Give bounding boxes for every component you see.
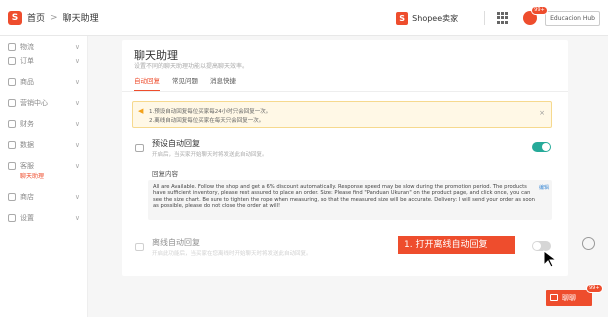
sidebar-item-label: 营销中心: [20, 99, 48, 107]
mouse-pointer-icon: [543, 250, 558, 268]
sidebar-item-finance[interactable]: 财务 ∨: [0, 113, 88, 135]
apps-grid-icon[interactable]: [497, 12, 509, 24]
default-reply-toggle[interactable]: [532, 142, 551, 152]
chat-icon: [550, 294, 558, 301]
top-bar: S 首页 > 聊天助理 S Shopee卖家 99+ Educacion Hub: [0, 0, 608, 36]
chevron-down-icon: ∨: [74, 57, 80, 65]
tab-faq[interactable]: 常见问题: [172, 74, 198, 92]
speaker-icon: ◀: [138, 107, 144, 115]
sidebar-item-label: 设置: [20, 214, 34, 222]
side-tool-icon[interactable]: [582, 237, 595, 250]
reply-content-box: All are Available. Follow the shop and g…: [148, 180, 552, 220]
breadcrumb-home[interactable]: 首页: [27, 11, 45, 24]
notice-line-1: 1.预设自动回复每位买家每24小时只会回复一次。: [149, 109, 272, 115]
notice-banner: ◀ 1.预设自动回复每位买家每24小时只会回复一次。 2.离线自动回复每位买家在…: [132, 101, 552, 128]
edit-reply-link[interactable]: 编辑: [539, 184, 549, 191]
chevron-down-icon: ∨: [74, 214, 80, 222]
tab-auto-reply[interactable]: 自动回复: [134, 74, 160, 92]
top-right-area: S Shopee卖家 99+ Educacion Hub: [396, 0, 600, 36]
offline-reply-desc: 开启此功能后，当买家在您离线时开始聊天时将发送此自动回复。: [152, 251, 312, 257]
settings-icon: [8, 214, 16, 222]
sidebar-item-shop[interactable]: 商店 ∨: [0, 186, 88, 208]
breadcrumb-separator: >: [50, 12, 58, 23]
default-reply-title: 预设自动回复: [152, 139, 200, 148]
chevron-down-icon: ∨: [74, 120, 80, 128]
notification-badge: 99+: [531, 6, 548, 15]
sidebar-item-label: 商品: [20, 78, 34, 86]
reply-content-text: All are Available. Follow the shop and g…: [153, 184, 535, 209]
chevron-down-icon: ∨: [74, 162, 80, 170]
page-subtitle: 设置不同的聊天助理功能以提高聊天效率。: [134, 63, 249, 70]
sidebar-item-orders[interactable]: 订单 ∨: [0, 50, 88, 72]
chevron-down-icon: ∨: [74, 99, 80, 107]
chevron-down-icon: ∨: [74, 78, 80, 86]
tab-bar: 自动回复 常见问题 消息快捷: [134, 74, 248, 92]
sidebar-subitem-chat-assistant[interactable]: 聊天助理: [20, 171, 44, 180]
breadcrumb-current: 聊天助理: [62, 14, 99, 24]
shopee-logo-icon[interactable]: S: [8, 10, 22, 25]
reply-content-label: 回复内容: [152, 170, 178, 178]
shopping-bag-icon: S: [396, 11, 409, 25]
brand-label: Shopee卖家: [412, 13, 459, 23]
service-icon: [8, 162, 16, 170]
sidebar-item-data[interactable]: 数据 ∨: [0, 134, 88, 156]
header-divider: [484, 11, 486, 25]
product-icon: [8, 78, 16, 86]
chat-bubble-icon: [135, 144, 144, 152]
notification-button[interactable]: 99+: [523, 6, 548, 25]
offline-reply-title: 离线自动回复: [152, 238, 200, 247]
sidebar-item-marketing[interactable]: 营销中心 ∨: [0, 92, 88, 114]
finance-icon: [8, 120, 16, 128]
sidebar-item-label: 数据: [20, 141, 34, 149]
shop-icon: [8, 193, 16, 201]
sidebar-item-label: 财务: [20, 120, 34, 128]
chat-button[interactable]: 聊聊: [546, 290, 592, 306]
sidebar-item-label: 订单: [20, 57, 34, 65]
sidebar-item-label: 商店: [20, 193, 34, 201]
tutorial-callout: 1. 打开离线自动回复: [398, 236, 515, 254]
chat-badge: 99+: [586, 284, 603, 293]
default-reply-desc: 开启后，当买家开始聊天时将发送此自动回复。: [152, 152, 268, 158]
notice-line-2: 2.离线自动回复每位买家在每天只会回复一次。: [149, 118, 265, 124]
sidebar: 物流 ∨ 订单 ∨ 商品 ∨ 营销中心 ∨ 财务 ∨ 数据 ∨ 客服 ∨ 聊天助…: [0, 36, 88, 317]
sidebar-item-products[interactable]: 商品 ∨: [0, 71, 88, 93]
close-icon[interactable]: ×: [539, 109, 545, 117]
marketing-icon: [8, 99, 16, 107]
chevron-down-icon: ∨: [74, 141, 80, 149]
chat-bubble-icon: [135, 243, 144, 251]
sidebar-item-label: 客服: [20, 162, 34, 170]
tab-quick-messages[interactable]: 消息快捷: [210, 74, 236, 92]
shopee-seller-link[interactable]: S Shopee卖家: [396, 11, 459, 25]
chevron-down-icon: ∨: [74, 193, 80, 201]
tabs-divider: [122, 91, 568, 92]
user-menu[interactable]: Educacion Hub: [545, 10, 600, 26]
data-icon: [8, 141, 16, 149]
chat-label: 聊聊: [562, 294, 576, 302]
sidebar-item-settings[interactable]: 设置 ∨: [0, 207, 88, 229]
order-icon: [8, 57, 16, 65]
